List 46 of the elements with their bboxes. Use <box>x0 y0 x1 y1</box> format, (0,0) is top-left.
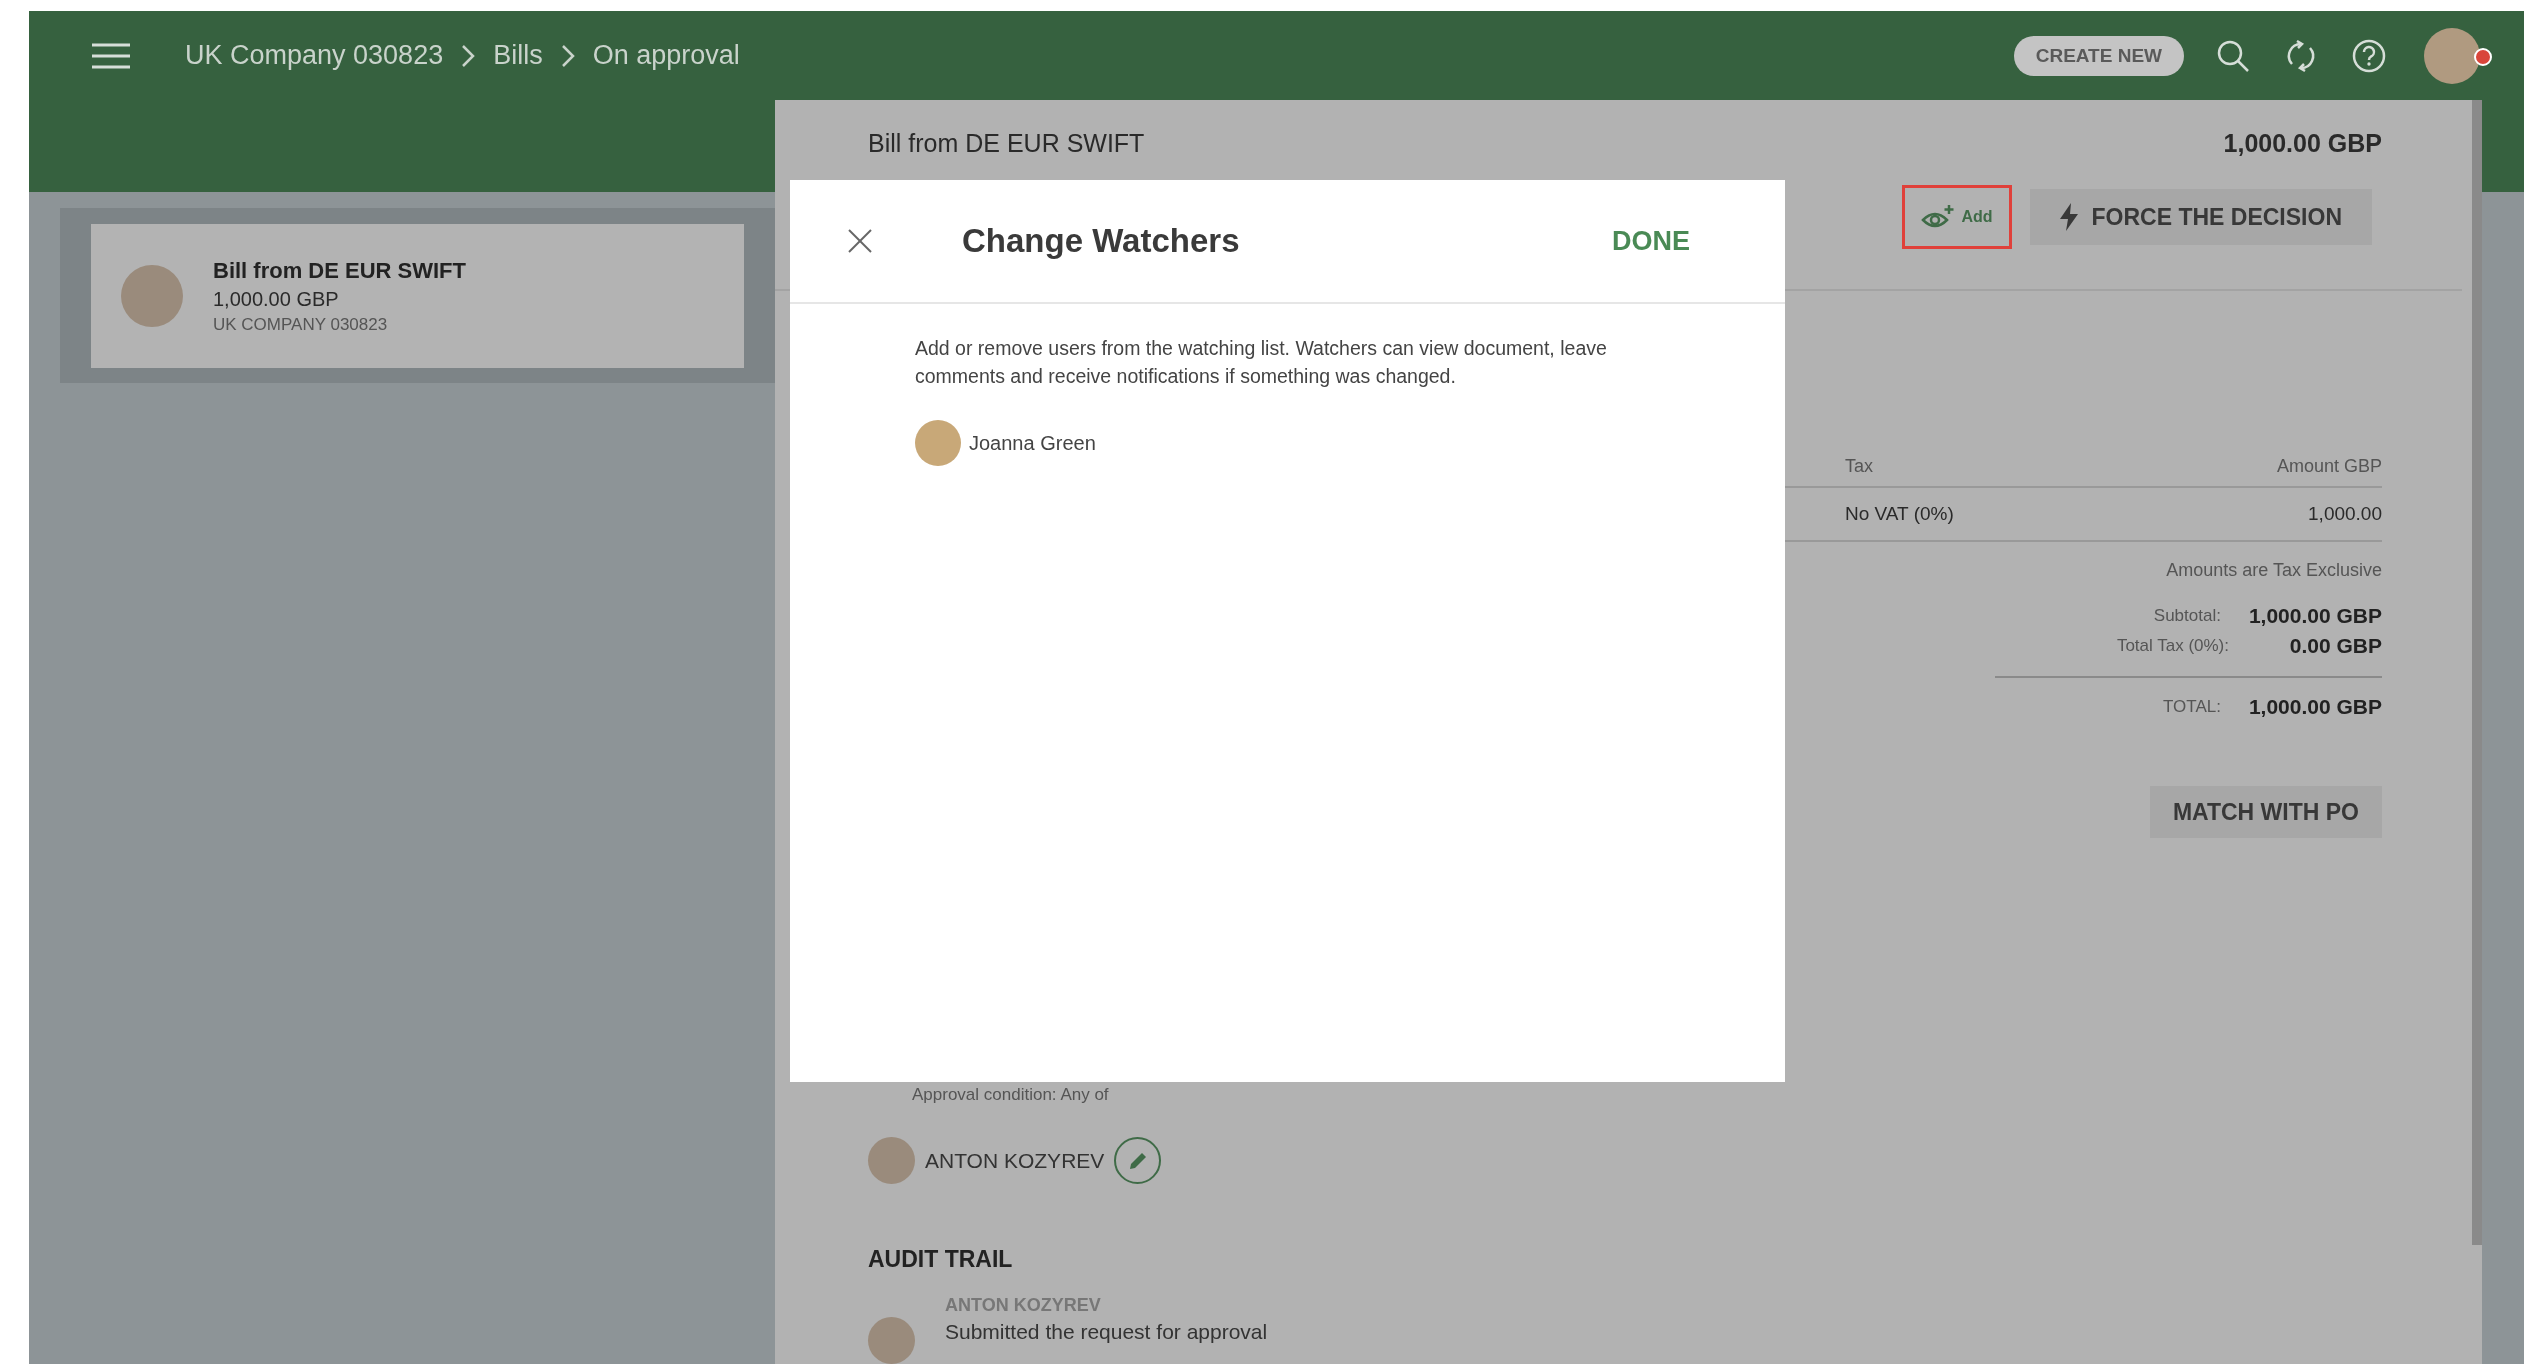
bill-amount: 1,000.00 GBP <box>2223 128 2382 158</box>
scrollbar[interactable] <box>2472 100 2482 1245</box>
column-header: Amount GBP <box>2275 455 2382 477</box>
section-heading: AUDIT TRAIL <box>868 1246 1014 1273</box>
avatar-photo <box>868 1317 915 1364</box>
approval-condition: Approval condition: Any of <box>912 1085 1110 1105</box>
watcher-name: Joanna Green <box>969 431 1096 455</box>
total-value: 1,000.00 GBP <box>2248 695 2382 720</box>
bill-title: Bill from DE EUR SWIFT <box>868 128 1145 158</box>
bill-title: Bill from DE EUR SWIFT <box>213 257 466 284</box>
avatar-photo <box>868 1137 915 1184</box>
audit-action: Submitted the request for approval <box>945 1320 1268 1344</box>
done-button[interactable]: DONE <box>1612 221 1690 261</box>
match-with-po-button[interactable]: MATCH WITH PO <box>2149 786 2382 838</box>
breadcrumb-link[interactable]: On approval <box>592 40 740 71</box>
search-icon[interactable] <box>2216 38 2250 73</box>
total-label: Total Tax (0%): <box>2116 636 2229 657</box>
close-icon <box>848 229 872 253</box>
dialog-title: Change Watchers <box>962 222 1241 260</box>
total-value: 1,000.00 GBP <box>2248 604 2382 629</box>
column-header: Tax <box>1845 455 1874 477</box>
create-new-button[interactable]: CREATE NEW <box>2013 35 2184 76</box>
avatar-photo <box>915 420 961 466</box>
bill-amount: 1,000.00 GBP <box>213 287 340 311</box>
menu-icon[interactable] <box>92 42 130 69</box>
table-cell-text: 1,000.00 <box>2307 503 2382 526</box>
chevron-right-icon <box>461 43 476 68</box>
bill-card[interactable]: Bill from DE EUR SWIFT 1,000.00 GBP UK COMPANY 030823 <box>91 224 744 368</box>
audit-user: ANTON KOZYREV <box>945 1295 1102 1316</box>
approver-name: ANTON KOZYREV <box>925 1148 1105 1173</box>
status-dot <box>2474 47 2492 66</box>
lightning-icon <box>2059 203 2078 232</box>
tax-note: Amounts are Tax Exclusive <box>2166 560 2382 582</box>
table-cell-text: No VAT (0%) <box>1845 503 1955 526</box>
total-label: TOTAL: <box>2162 697 2221 718</box>
total-value: 0.00 GBP <box>2288 634 2382 659</box>
chevron-right-icon <box>560 43 575 68</box>
force-decision-button[interactable]: FORCE THE DECISION <box>2029 189 2372 246</box>
company-name: UK COMPANY 030823 <box>213 314 389 335</box>
total-label: Subtotal: <box>2153 606 2221 627</box>
dialog-description: Add or remove users from the watching list. Watchers can view document, leave comments and receive notifications if something was changed. <box>915 336 1608 389</box>
add-watcher-button[interactable]: Add <box>1902 185 2012 250</box>
help-icon[interactable] <box>2352 38 2386 73</box>
breadcrumb-link[interactable]: UK Company 030823 <box>185 40 444 71</box>
edit-button[interactable] <box>1114 1137 1162 1184</box>
breadcrumb-link[interactable]: Bills <box>493 40 543 71</box>
